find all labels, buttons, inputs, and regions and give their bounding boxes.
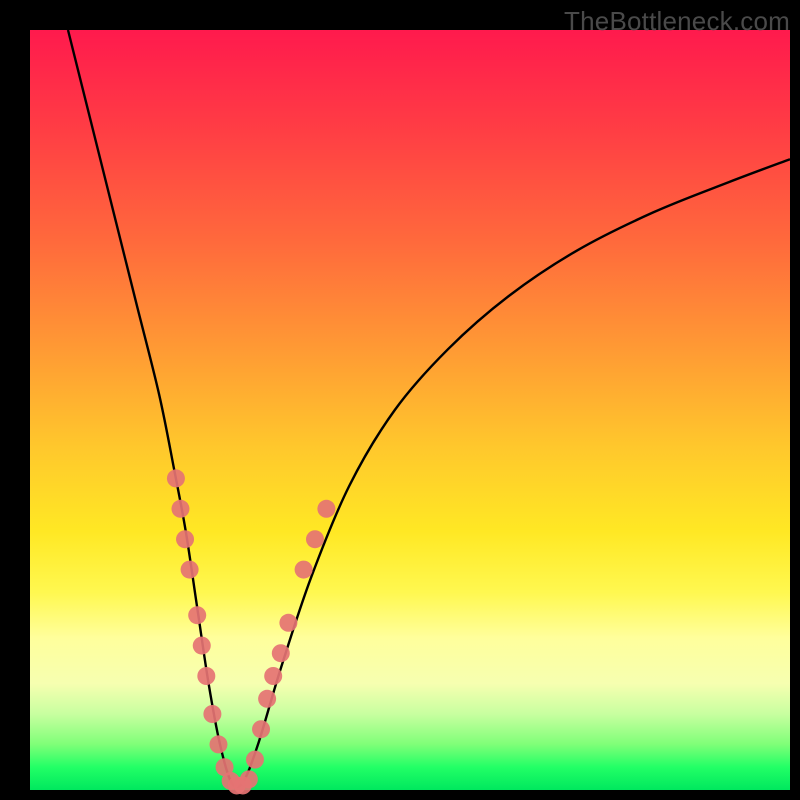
sample-dot	[193, 637, 211, 655]
sample-dot	[171, 500, 189, 518]
sample-dot	[188, 606, 206, 624]
sample-dot	[176, 530, 194, 548]
plot-area	[30, 30, 790, 790]
sample-dot	[279, 614, 297, 632]
sample-dot	[209, 735, 227, 753]
sample-dot	[246, 751, 264, 769]
curve-svg	[30, 30, 790, 790]
bottleneck-curve	[68, 30, 790, 787]
sample-dots	[167, 469, 335, 794]
chart-frame: TheBottleneck.com	[0, 0, 800, 800]
sample-dot	[272, 644, 290, 662]
sample-dot	[295, 561, 313, 579]
sample-dot	[317, 500, 335, 518]
sample-dot	[197, 667, 215, 685]
sample-dot	[252, 720, 270, 738]
watermark-text: TheBottleneck.com	[564, 6, 790, 37]
sample-dot	[258, 690, 276, 708]
sample-dot	[203, 705, 221, 723]
sample-dot	[240, 770, 258, 788]
sample-dot	[306, 530, 324, 548]
sample-dot	[264, 667, 282, 685]
sample-dot	[167, 469, 185, 487]
sample-dot	[181, 561, 199, 579]
